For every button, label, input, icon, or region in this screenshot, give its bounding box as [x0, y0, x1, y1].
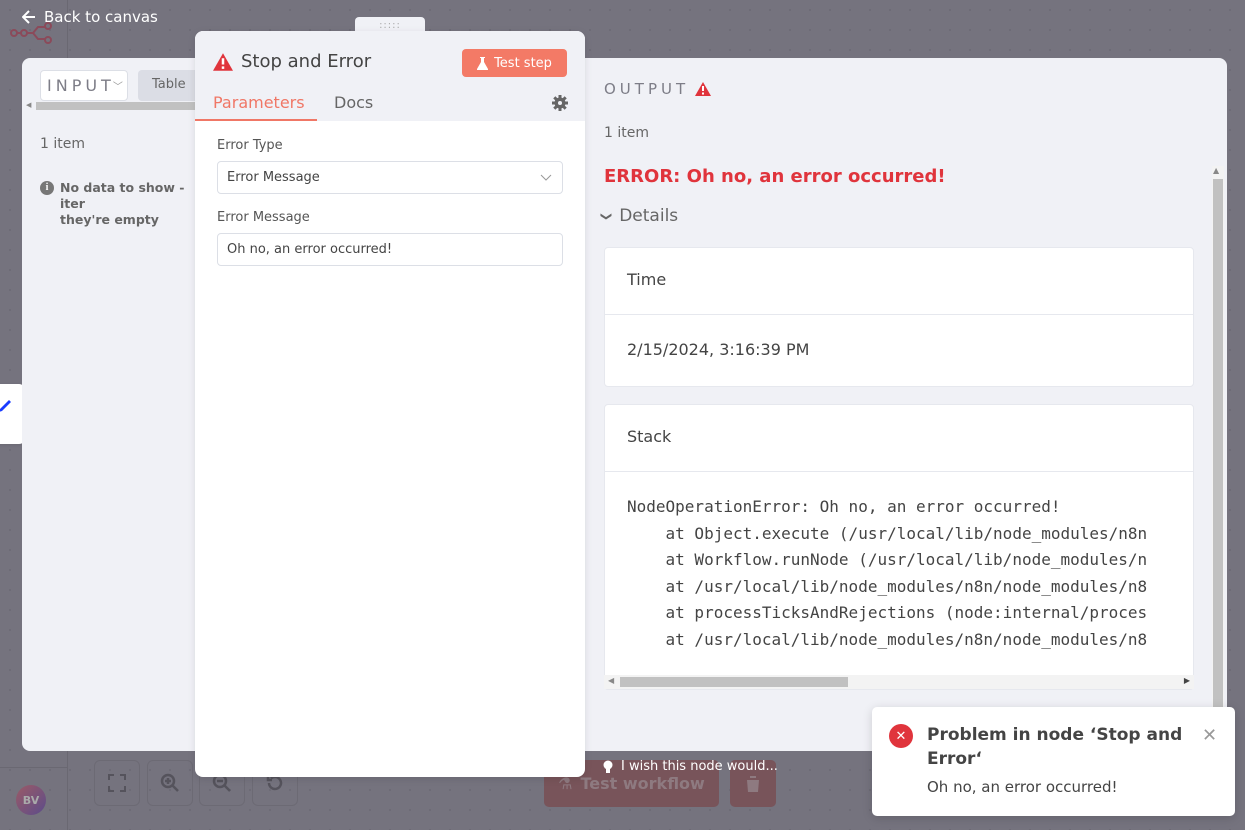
scroll-thumb[interactable] [620, 677, 848, 687]
active-tab-indicator [195, 119, 317, 121]
stack-line: at /usr/local/lib/node_modules/n8n/node_… [627, 576, 1148, 596]
stack-line: NodeOperationError: Oh no, an error occu… [627, 497, 1061, 516]
stack-horizontal-scrollbar[interactable]: ◀ ▶ [604, 675, 1194, 689]
stack-line: at Workflow.runNode (/usr/local/lib/node… [627, 550, 1148, 569]
node-title: Stop and Error [213, 51, 371, 72]
stack-trace: NodeOperationError: Oh no, an error occu… [605, 472, 1193, 653]
input-panel: INPUT ﹀ Table ◀ 1 item i No data to show … [22, 58, 208, 751]
gear-icon[interactable] [552, 95, 568, 111]
toast-title: Problem in node ‘Stop and Error‘ [927, 725, 1183, 769]
error-icon: ✕ [889, 724, 913, 748]
error-type-select[interactable]: Error Message [217, 161, 563, 194]
feedback-label: I wish this node would... [621, 759, 778, 774]
error-message-input[interactable]: Oh no, an error occurred! [217, 233, 563, 266]
info-icon: i [40, 181, 54, 195]
note-line-2: they're empty [60, 212, 159, 227]
scroll-left-icon[interactable]: ◀ [608, 676, 614, 685]
test-workflow-label: Test workflow [580, 774, 705, 793]
input-empty-note: i No data to show - iter they're empty [40, 180, 197, 228]
tab-docs[interactable]: Docs [334, 93, 373, 118]
back-label: Back to canvas [44, 8, 158, 26]
zoom-in-button[interactable] [147, 760, 193, 806]
sidebar-divider-h [0, 767, 67, 768]
stack-line: at Object.execute (/usr/local/lib/node_m… [627, 523, 1148, 543]
scroll-left-icon[interactable]: ◀ [26, 101, 31, 109]
time-card: Time 2/15/2024, 3:16:39 PM [604, 247, 1194, 387]
details-toggle[interactable]: ❯ Details [600, 206, 679, 226]
error-type-label: Error Type [217, 138, 283, 153]
error-type-value: Error Message [227, 170, 320, 185]
back-to-canvas-button[interactable]: Back to canvas [22, 8, 158, 26]
toast-message: Oh no, an error occurred! [927, 778, 1118, 796]
zoom-to-fit-button[interactable] [94, 760, 140, 806]
stack-label: Stack [605, 405, 1193, 472]
output-item-count: 1 item [604, 125, 649, 141]
warning-icon [213, 52, 233, 71]
pencil-icon [0, 400, 11, 412]
stack-line: at /usr/local/lib/node_modules/n8n/node_… [627, 629, 1148, 649]
note-line-1: No data to show - iter [60, 180, 185, 211]
flask-icon [477, 56, 489, 70]
arrow-left-icon [22, 10, 35, 24]
output-title: OUTPUT [604, 80, 712, 98]
chevron-down-icon: ﹀ [112, 82, 123, 93]
scroll-thumb[interactable] [1213, 179, 1223, 751]
input-horizontal-scrollbar[interactable]: ◀ [26, 101, 206, 111]
user-avatar[interactable]: BV [16, 785, 46, 815]
time-value: 2/15/2024, 3:16:39 PM [627, 340, 810, 359]
zoom-in-icon [160, 773, 179, 792]
input-item-count: 1 item [40, 136, 85, 152]
error-message-label: Error Message [217, 210, 310, 225]
scroll-right-icon[interactable]: ▶ [1184, 676, 1190, 685]
lightbulb-icon [603, 760, 613, 773]
test-step-button[interactable]: Test step [462, 49, 567, 77]
close-icon[interactable]: ✕ [1202, 725, 1217, 746]
test-step-label: Test step [494, 55, 552, 71]
time-label: Time [605, 248, 1193, 315]
feedback-link[interactable]: I wish this node would... [603, 759, 778, 774]
node-settings-panel: Stop and Error Test step Parameters Docs… [195, 31, 585, 777]
stack-card: Stack NodeOperationError: Oh no, an erro… [604, 404, 1194, 690]
output-vertical-scrollbar[interactable]: ▲ [1212, 166, 1224, 751]
stack-line: at processTicksAndRejections (node:inter… [627, 603, 1148, 622]
error-title: ERROR: Oh no, an error occurred! [604, 166, 946, 187]
tab-parameters[interactable]: Parameters [213, 93, 305, 118]
input-selector[interactable]: INPUT ﹀ [40, 70, 128, 101]
scroll-thumb[interactable] [36, 102, 206, 110]
scroll-up-icon[interactable]: ▲ [1213, 166, 1219, 175]
trash-icon [746, 775, 760, 792]
warning-icon [695, 82, 712, 96]
node-title-text: Stop and Error [241, 51, 372, 72]
output-label: OUTPUT [604, 80, 690, 98]
error-message-value: Oh no, an error occurred! [227, 242, 393, 257]
input-label: INPUT [47, 76, 115, 95]
error-toast: ✕ Problem in node ‘Stop and Error‘ Oh no… [872, 707, 1235, 816]
avatar-initials: BV [22, 793, 40, 807]
details-label: Details [619, 206, 679, 226]
chevron-down-icon: ❯ [600, 211, 614, 221]
fullscreen-icon [108, 774, 126, 792]
chevron-down-icon [540, 174, 552, 181]
